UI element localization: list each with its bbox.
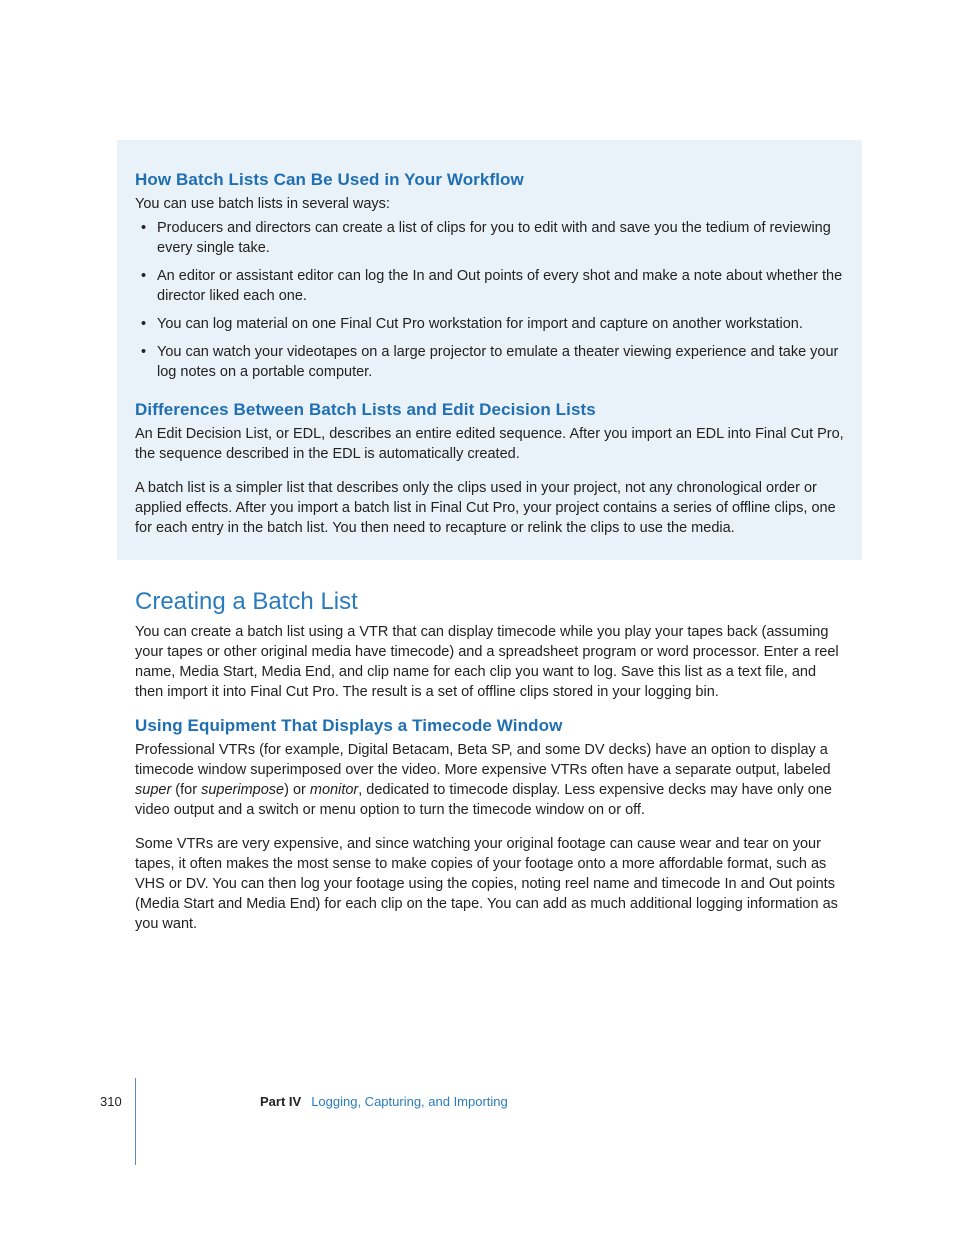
callout-box: How Batch Lists Can Be Used in Your Work… bbox=[117, 140, 862, 560]
heading-workflow: How Batch Lists Can Be Used in Your Work… bbox=[135, 170, 844, 190]
page-number: 310 bbox=[100, 1094, 122, 1109]
footer-part-label: Part IV bbox=[260, 1094, 301, 1109]
footer-part-title: Logging, Capturing, and Importing bbox=[311, 1094, 508, 1109]
list-item: You can watch your videotapes on a large… bbox=[153, 342, 844, 382]
page-body: How Batch Lists Can Be Used in Your Work… bbox=[0, 0, 954, 1235]
heading-creating-batch-list: Creating a Batch List bbox=[135, 588, 844, 616]
text-paragraph: Some VTRs are very expensive, and since … bbox=[135, 834, 844, 934]
margin-rule bbox=[135, 1078, 136, 1165]
list-item: You can log material on one Final Cut Pr… bbox=[153, 314, 844, 334]
section-creating: Creating a Batch List You can create a b… bbox=[135, 588, 844, 702]
text-paragraph: You can create a batch list using a VTR … bbox=[135, 622, 844, 702]
text-emphasis: superimpose bbox=[201, 782, 284, 798]
list-item: An editor or assistant editor can log th… bbox=[153, 266, 844, 306]
text-emphasis: super bbox=[135, 782, 171, 798]
section-equipment: Using Equipment That Displays a Timecode… bbox=[135, 716, 844, 934]
list-item: Producers and directors can create a lis… bbox=[153, 218, 844, 258]
text-emphasis: monitor bbox=[310, 782, 358, 798]
text-run: ) or bbox=[284, 782, 310, 798]
footer-part: Part IV Logging, Capturing, and Importing bbox=[260, 1094, 508, 1109]
text-paragraph: Professional VTRs (for example, Digital … bbox=[135, 740, 844, 820]
text-intro: You can use batch lists in several ways: bbox=[135, 194, 844, 214]
heading-timecode-window: Using Equipment That Displays a Timecode… bbox=[135, 716, 844, 736]
text-run: (for bbox=[171, 782, 201, 798]
heading-differences: Differences Between Batch Lists and Edit… bbox=[135, 400, 844, 420]
text-paragraph: An Edit Decision List, or EDL, describes… bbox=[135, 424, 844, 464]
text-paragraph: A batch list is a simpler list that desc… bbox=[135, 478, 844, 538]
bullet-list: Producers and directors can create a lis… bbox=[135, 218, 844, 382]
text-run: Professional VTRs (for example, Digital … bbox=[135, 742, 831, 778]
